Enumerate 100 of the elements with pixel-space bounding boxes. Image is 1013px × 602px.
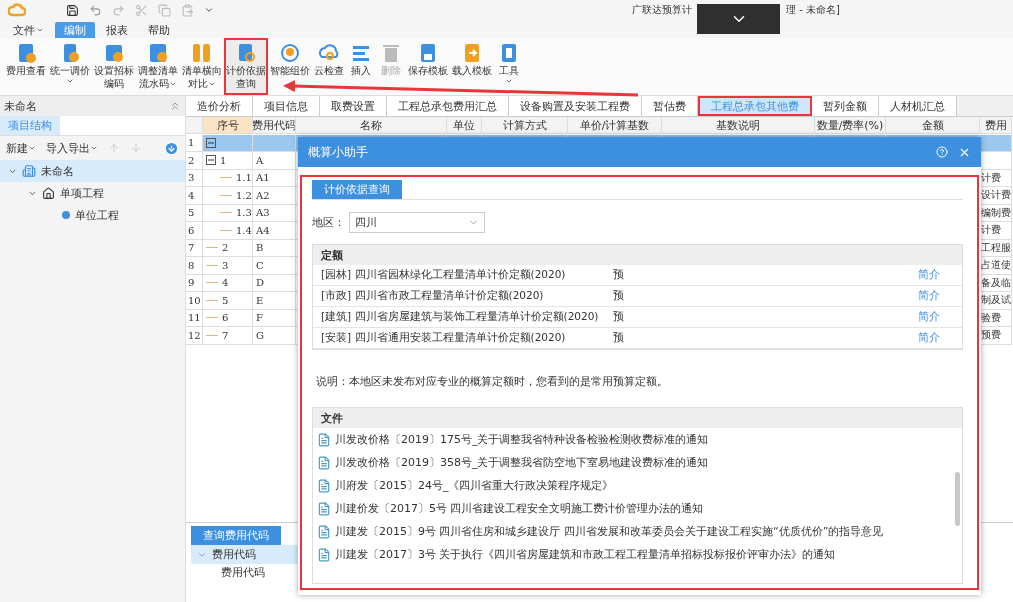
intro-link[interactable]: 简介 <box>918 310 940 324</box>
column-header[interactable]: 金额 <box>886 117 980 134</box>
move-up-icon[interactable] <box>108 142 120 154</box>
file-item[interactable]: 川发改价格〔2019〕358号_关于调整我省防空地下室易地建设费标准的通知 <box>313 451 962 474</box>
toolbar-menu[interactable]: 导入导出 <box>46 140 98 156</box>
collapse-icon[interactable] <box>169 100 181 112</box>
sequence-cell: 5 <box>203 292 253 310</box>
category-cell: 制及试 <box>980 292 1012 310</box>
code-cell: G <box>253 327 296 345</box>
section-heading: 文件 <box>313 408 962 428</box>
row-number: 6 <box>186 222 203 240</box>
undo-icon[interactable] <box>89 3 102 17</box>
help-icon[interactable] <box>936 145 948 158</box>
column-header[interactable]: 基数说明 <box>662 117 815 134</box>
toolbar-button[interactable]: 清单横向 对比 <box>180 38 224 95</box>
quota-name: [建筑] 四川省房屋建筑与装饰工程量清单计价定额(2020) <box>321 310 600 324</box>
file-item[interactable]: 川建发〔2015〕9号 四川省住房和城乡建设厅 四川省发展和改革委员会关于建设工程实施“优质优价”的指导意见 <box>313 520 962 543</box>
code-cell: A <box>253 152 296 170</box>
toolbar-menu[interactable]: 新建 <box>6 140 36 156</box>
paste-icon[interactable] <box>181 3 194 17</box>
column-header[interactable]: 单位 <box>447 117 482 134</box>
columns-icon <box>191 42 213 64</box>
toolbar-button[interactable]: 费用查看 <box>4 38 48 95</box>
document-icon <box>317 524 331 539</box>
toolbar-button[interactable]: 智能组价 <box>268 38 312 95</box>
column-header[interactable]: 单价/计算基数 <box>568 117 662 134</box>
copy-icon[interactable] <box>158 3 171 17</box>
dot-icon <box>62 211 70 219</box>
category-cell: 设计费 <box>980 187 1012 205</box>
toolbar-button[interactable]: 统一调价 <box>48 38 92 95</box>
sheet-tab[interactable]: 工程总承包费用汇总 <box>387 96 509 116</box>
sequence-cell: 1 <box>203 152 253 170</box>
toolbar-button[interactable]: 保存模板 <box>406 38 450 95</box>
column-header[interactable]: 名称 <box>296 117 447 134</box>
row-number: 8 <box>186 257 203 275</box>
panel-title: 未命名 <box>4 98 37 114</box>
collapse-box-icon[interactable] <box>206 137 216 148</box>
row-number: 4 <box>186 187 203 205</box>
menu-tab[interactable]: 报表 <box>97 22 137 38</box>
tree-item[interactable]: 费用代码 <box>191 545 299 564</box>
tree-item[interactable]: 费用代码 <box>191 564 299 581</box>
sheet-tab[interactable]: 项目信息 <box>253 96 320 116</box>
file-item[interactable]: 川建价发〔2017〕5号 四川省建设工程安全文明施工费计价管理办法的通知 <box>313 497 962 520</box>
quota-name: [市政] 四川省市政工程量清单计价定额(2020) <box>321 289 545 303</box>
scrollbar[interactable] <box>955 472 960 526</box>
menu-tab[interactable]: 文件 <box>4 22 53 38</box>
quota-type: 预 <box>613 268 624 282</box>
toolbar-button[interactable]: 云检查 <box>312 38 346 95</box>
tree-item[interactable]: 未命名 <box>0 160 185 182</box>
file-item[interactable]: 川府发〔2015〕24号_《四川省重大行政决策程序规定》 <box>313 474 962 497</box>
code-cell: E <box>253 292 296 310</box>
menu-tab[interactable]: 帮助 <box>139 22 179 38</box>
column-header[interactable]: 数量/费率(%) <box>815 117 886 134</box>
file-item[interactable]: 川发改价格〔2019〕175号_关于调整我省特种设备检验检测收费标准的通知 <box>313 428 962 451</box>
tree-item[interactable]: 单位工程 <box>0 204 185 226</box>
sheet-tab[interactable]: 暂估费 <box>642 96 698 116</box>
quota-type: 预 <box>613 289 624 303</box>
tree-item[interactable]: 单项工程 <box>0 182 185 204</box>
toolbar-button[interactable]: 插入 <box>346 38 376 95</box>
caret-icon <box>36 26 44 34</box>
save-icon[interactable] <box>66 3 79 17</box>
code-cell: A2 <box>253 187 296 205</box>
row-number: 1 <box>186 134 203 152</box>
cut-icon[interactable] <box>135 3 148 17</box>
window-title: 理 - 未命名] <box>786 3 840 17</box>
intro-link[interactable]: 简介 <box>918 331 940 345</box>
row-number: 2 <box>186 152 203 170</box>
quota-name: [安装] 四川省通用安装工程量清单计价定额(2020) <box>321 331 567 345</box>
sequence-cell: 7 <box>203 327 253 345</box>
intro-link[interactable]: 简介 <box>918 268 940 282</box>
column-header[interactable]: 费用代码 <box>253 117 296 134</box>
column-header[interactable]: 序号 <box>203 117 253 134</box>
customize-caret-icon[interactable] <box>204 5 214 15</box>
column-header[interactable]: 计算方式 <box>482 117 568 134</box>
section-heading: 定额 <box>313 245 962 265</box>
category-cell: 预费 <box>980 327 1012 345</box>
toolbar-button[interactable]: 计价依据 查询 <box>224 38 268 95</box>
move-down-icon[interactable] <box>130 142 142 154</box>
sheet-tab[interactable]: 造价分析 <box>186 96 253 116</box>
file-item[interactable]: 川建发〔2017〕3号 关于执行《四川省房屋建筑和市政工程工程量清单招标投标报价评审办法》的通知 <box>313 543 962 566</box>
sheet-tab[interactable]: 取费设置 <box>320 96 387 116</box>
sheet-tab[interactable]: 设备购置及安装工程费 <box>509 96 642 116</box>
toolbar-button[interactable]: 载入模板 <box>450 38 494 95</box>
caret-icon <box>90 144 98 152</box>
toolbar-button[interactable]: 设置招标 编码 <box>92 38 136 95</box>
sheet-tab[interactable]: 人材机汇总 <box>879 96 957 116</box>
document-icon <box>317 547 331 562</box>
download-icon[interactable] <box>164 140 179 156</box>
sheet-tab[interactable]: 暂列金额 <box>812 96 879 116</box>
sequence-cell: 1.4 <box>203 222 253 240</box>
redo-icon[interactable] <box>112 3 125 17</box>
collapse-box-icon[interactable] <box>206 155 216 166</box>
toolbar-button[interactable]: 工具 <box>494 38 524 95</box>
category-cell <box>980 134 1012 152</box>
category-cell: 计费 <box>980 222 1012 240</box>
column-header[interactable]: 费用 <box>980 117 1012 134</box>
building-icon <box>22 164 36 178</box>
toolbar-button[interactable]: 调整清单 流水码 <box>136 38 180 95</box>
intro-link[interactable]: 简介 <box>918 289 940 303</box>
region-select[interactable]: 四川 <box>349 212 485 233</box>
